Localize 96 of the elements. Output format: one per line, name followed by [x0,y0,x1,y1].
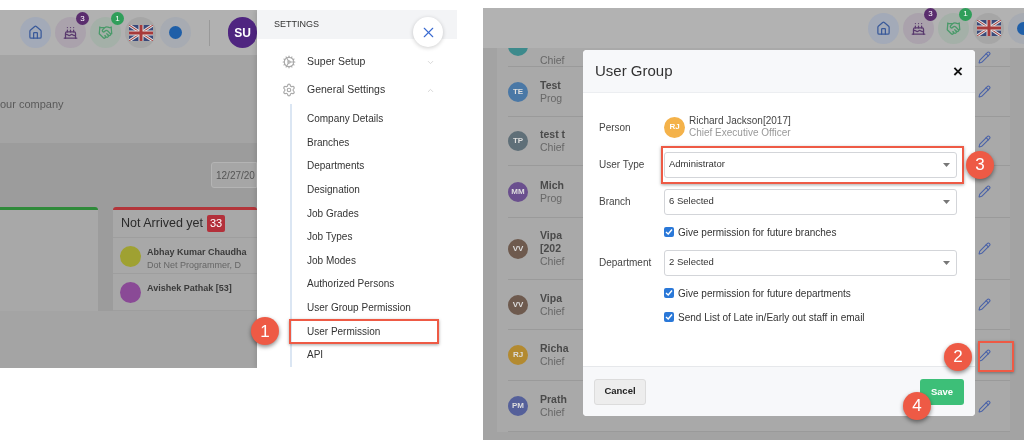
menu-item[interactable]: User Group Permission [307,300,411,316]
callout-marker: 4 [903,391,931,420]
person-role: Prog [540,91,564,105]
person-role: Chief [540,53,566,66]
person-avatar: RJ [508,345,528,365]
menu-section[interactable]: General Settings [257,76,457,104]
callout-marker: 3 [966,150,994,179]
pencil-icon [977,185,991,198]
menu-item[interactable]: Company Details [307,111,384,127]
pencil-icon [977,298,991,311]
dialog-title: User Group [595,60,674,81]
person-name: Vipa [540,291,563,305]
dropdown-caret-icon [943,199,950,204]
toolbar-button[interactable] [20,17,51,48]
toolbar-button[interactable] [973,12,1004,44]
dropdown-caret-icon [943,162,950,167]
person-name: Test [540,78,562,92]
checkbox[interactable] [664,227,674,237]
drawer-title: SETTINGS [274,17,319,31]
person-name: Avishek Pathak [53] [147,282,232,296]
count-badge: 3 [76,12,89,25]
dropdown-caret-icon [943,260,950,265]
page-subtitle: our company [0,96,64,112]
checkbox[interactable] [664,312,674,322]
field-label: Department [599,256,653,270]
person-role: Chief [540,304,566,318]
toolbar-button[interactable] [125,17,156,48]
toolbar-button[interactable] [55,17,86,48]
person-role: Chief Executive Officer [689,127,791,139]
field-label: User Type [599,158,646,172]
count-badge: 1 [111,12,124,25]
cancel-button[interactable]: Cancel [594,378,646,405]
toolbar-button[interactable] [903,12,934,44]
close-button[interactable]: × [953,62,963,80]
person-name: Richa [540,342,570,355]
person-name: Prath [540,393,568,406]
user-avatar[interactable]: SU [227,17,257,48]
select-field[interactable]: Administrator [664,151,957,178]
pencil-icon [977,134,991,148]
person-name: test t [540,128,567,141]
count-badge: 3 [924,8,937,21]
person-avatar: PM [508,396,528,416]
menu-item[interactable]: Designation [307,182,360,198]
person-role: Chief [540,141,566,154]
person-role: Chief [540,406,566,419]
person-name: Mich [540,178,565,192]
card-title: Not Arrived yet [121,215,203,233]
select-field[interactable]: 6 Selected [664,188,957,215]
handshake-icon [946,20,961,36]
pencil-icon [977,85,991,98]
field-label: Branch [599,195,632,209]
person-avatar: MM [508,181,528,202]
pencil-icon [977,242,991,255]
field-label: Person [599,120,632,135]
person-avatar: RJ [664,116,685,138]
person-role: Dot Net Programmer, D [147,259,243,273]
menu-item[interactable]: User Permission [307,323,381,339]
callout-marker: 1 [251,317,279,346]
person-avatar: TE [508,81,528,102]
pencil-icon [977,50,991,64]
person-name: [202 [540,242,562,255]
menu-item[interactable]: Branches [307,134,350,150]
checkbox[interactable] [664,288,674,298]
menu-item[interactable]: Departments [307,158,365,174]
person-name: Abhay Kumar Chaudha [147,245,247,259]
cake-icon [63,25,78,40]
flag-icon [976,20,1001,36]
settings-icon [282,83,296,97]
home-icon [28,25,43,40]
menu-item[interactable]: Authorized Persons [307,276,395,292]
toolbar-button[interactable] [868,12,899,44]
menu-item[interactable]: Job Types [307,229,353,245]
select-field[interactable]: 2 Selected [664,249,957,276]
person-avatar: VV [508,238,528,259]
menu-section[interactable]: Super Setup [257,48,457,76]
person-name: Vipa [540,229,563,242]
menu-item[interactable]: Job Modes [307,252,356,268]
pencil-icon [977,399,991,413]
cogs-icon [282,55,296,69]
count-badge: 33 [207,215,226,232]
checkbox-label: Give permission for future departments [678,286,851,301]
highlight-frame [978,341,1014,372]
menu-item[interactable]: API [307,347,324,363]
home-icon [876,20,891,36]
handshake-icon [98,25,113,40]
checkbox-label: Give permission for future branches [678,225,837,240]
toolbar-button[interactable] [160,17,191,48]
person-role: Chief [540,355,566,368]
cake-icon [911,20,926,36]
person-avatar: TP [508,131,528,151]
flag-icon [128,24,153,41]
menu-item[interactable]: Job Grades [307,205,359,221]
person-avatar: VV [508,294,528,315]
count-badge: 1 [959,8,972,21]
person-name: Richard Jackson[2017] [689,115,791,127]
checkbox-label: Send List of Late in/Early out staff in email [678,310,865,325]
